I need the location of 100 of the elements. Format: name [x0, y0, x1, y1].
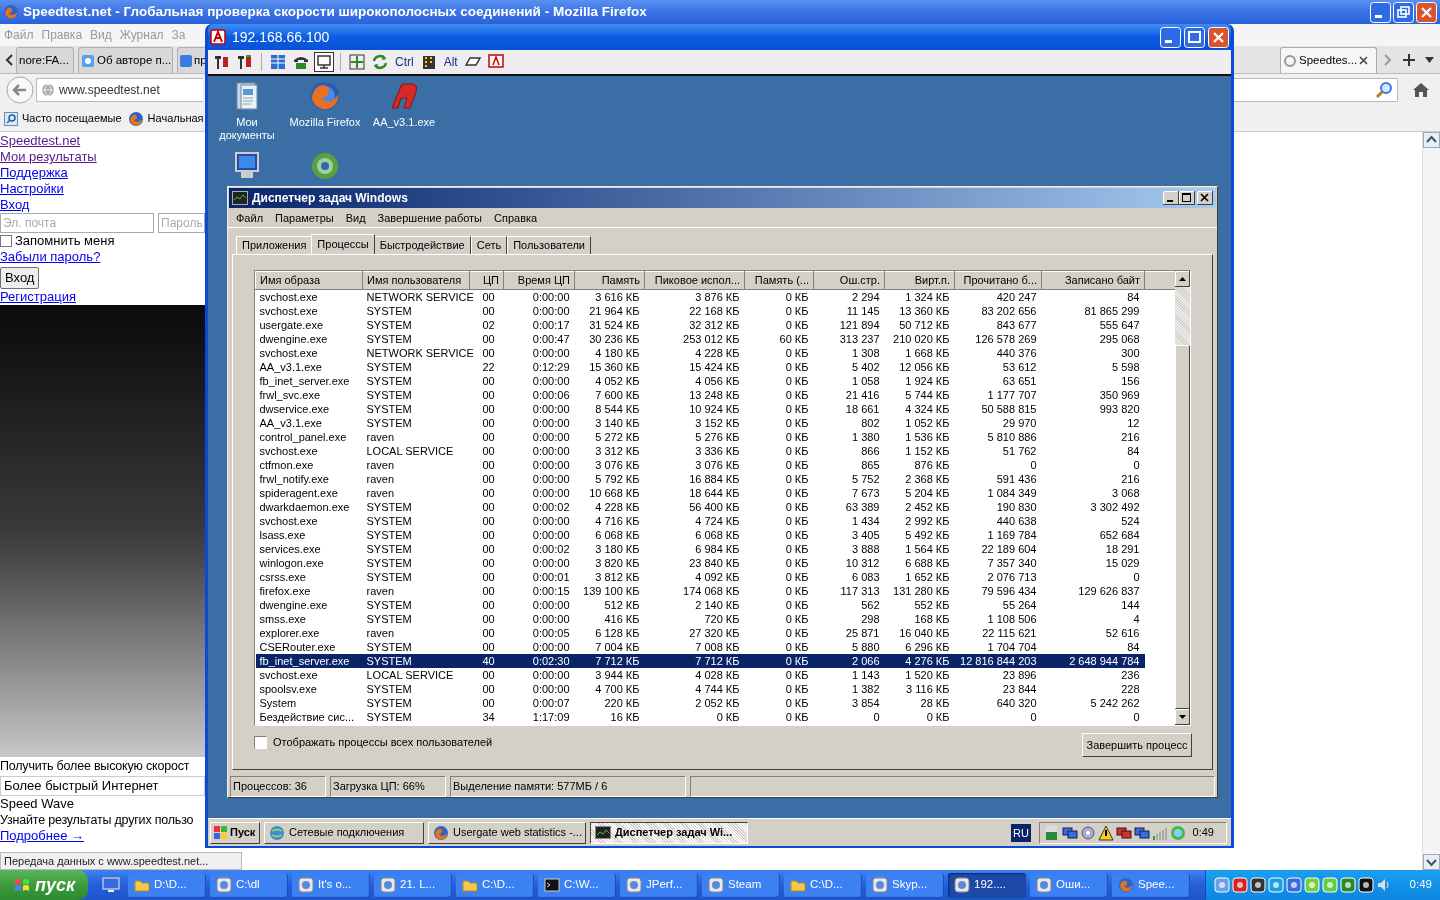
- password-field[interactable]: Пароль: [158, 213, 205, 233]
- taskbar-button[interactable]: Spee...: [1112, 872, 1190, 898]
- network-icon[interactable]: [309, 150, 341, 182]
- tray-icon[interactable]: [1062, 824, 1078, 841]
- desktop-icon-label[interactable]: Мои документы: [209, 116, 285, 142]
- scroll-thumb[interactable]: [1175, 344, 1190, 709]
- address-field[interactable]: [1234, 78, 1398, 102]
- tools-icon[interactable]: [213, 53, 231, 71]
- taskbar-button[interactable]: Оши...: [1030, 872, 1108, 898]
- column-header[interactable]: Пиковое испол...: [644, 271, 745, 290]
- column-header[interactable]: Память: [574, 271, 645, 290]
- language-indicator[interactable]: RU: [1011, 823, 1031, 842]
- link[interactable]: Регистрация: [0, 289, 76, 305]
- taskbar-button[interactable]: C:\D...: [784, 872, 862, 898]
- taskbar-button[interactable]: JPerf...: [620, 872, 698, 898]
- checkbox[interactable]: [254, 735, 267, 749]
- app-icon: [216, 877, 232, 893]
- search-icon[interactable]: [1375, 81, 1393, 99]
- column-header[interactable]: Вирт.п.: [884, 271, 955, 290]
- email-field[interactable]: Эл. почта: [0, 213, 154, 233]
- menu-item[interactable]: Файл: [230, 209, 270, 227]
- close-icon[interactable]: [1197, 190, 1213, 205]
- bookmark-item[interactable]: Часто посещаемые: [4, 110, 122, 127]
- tray-icon[interactable]: [1134, 824, 1150, 841]
- scroll-up-icon[interactable]: [1175, 270, 1190, 287]
- column-header[interactable]: Прочитано б...: [954, 271, 1042, 290]
- end-process-button[interactable]: Завершить процесс: [1082, 732, 1192, 757]
- address-field[interactable]: www.speedtest.net: [36, 78, 203, 102]
- link[interactable]: Настройки: [0, 181, 64, 197]
- scroll-down-icon[interactable]: [1423, 854, 1440, 870]
- tab[interactable]: Сеть: [470, 235, 508, 254]
- close-icon[interactable]: [1359, 56, 1369, 65]
- taskbar-button[interactable]: C:\dl: [210, 872, 288, 898]
- taskbar-button[interactable]: Диспетчер задач Wi...: [590, 821, 748, 844]
- start-button[interactable]: пуск: [0, 870, 88, 900]
- link[interactable]: Мои результаты: [0, 149, 97, 165]
- tab[interactable]: Быстродействие: [373, 235, 471, 254]
- tab[interactable]: Процессы: [311, 233, 375, 254]
- home-icon[interactable]: [1412, 82, 1430, 98]
- dropdown-icon[interactable]: [1425, 57, 1434, 63]
- taskbar-button[interactable]: Usergate web statistics -...: [428, 821, 586, 844]
- tray-icon[interactable]: [1116, 824, 1132, 841]
- scrollbar[interactable]: [1175, 270, 1190, 725]
- column-header[interactable]: Время ЦП: [503, 271, 575, 290]
- browser-tab[interactable]: Об авторе п...: [78, 47, 173, 73]
- start-button[interactable]: Пуск: [210, 821, 260, 844]
- link[interactable]: Забыли пароль?: [0, 249, 101, 265]
- columns-icon[interactable]: [269, 53, 287, 71]
- desktop-icon-label[interactable]: AA_v3.1.exe: [366, 116, 442, 129]
- checkbox[interactable]: [0, 235, 12, 247]
- refresh-icon[interactable]: [371, 53, 389, 71]
- scrollbar[interactable]: [1422, 132, 1440, 870]
- login-button[interactable]: Вход: [0, 267, 40, 289]
- desktop-icon[interactable]: [102, 877, 120, 893]
- taskbar-button[interactable]: Сетевые подключения: [264, 821, 424, 844]
- bookmark-item[interactable]: Начальная: [127, 110, 204, 127]
- taskbar-button[interactable]: C:\W...: [538, 872, 616, 898]
- column-header[interactable]: Ош.стр.: [813, 271, 885, 290]
- toolbar-button[interactable]: Alt: [442, 53, 459, 71]
- browser-tab[interactable]: nore:FA...: [16, 47, 74, 73]
- app-icon[interactable]: [486, 53, 505, 71]
- browser-tab[interactable]: Speedtes...: [1280, 47, 1377, 73]
- column-header[interactable]: Память (...: [744, 271, 814, 290]
- link[interactable]: Вход: [0, 197, 30, 213]
- menu-item[interactable]: Завершение работы: [371, 209, 488, 227]
- tab[interactable]: Пользователи: [507, 235, 591, 254]
- taskbar-button[interactable]: Skyp...: [866, 872, 944, 898]
- chevron-left-icon[interactable]: [4, 53, 14, 67]
- link[interactable]: Поддержка: [0, 165, 68, 181]
- promo-field[interactable]: Более быстрый Интернет: [0, 776, 205, 796]
- taskbar-button[interactable]: D:\D...: [128, 872, 206, 898]
- link[interactable]: Подробнее →: [0, 828, 85, 844]
- plus-icon[interactable]: [1403, 54, 1415, 66]
- column-header[interactable]: Записано байт: [1041, 271, 1145, 290]
- tray-icon[interactable]: [1098, 824, 1114, 841]
- menu-item[interactable]: Справка: [488, 209, 544, 227]
- toolbar-button[interactable]: Ctrl: [394, 53, 415, 71]
- tab[interactable]: Приложения: [236, 235, 313, 254]
- taskbar-button[interactable]: 21. L...: [374, 872, 452, 898]
- column-header[interactable]: ЦП: [469, 271, 504, 290]
- monitor-icon[interactable]: [315, 53, 333, 71]
- taskbar-button[interactable]: C:\D...: [456, 872, 534, 898]
- link[interactable]: Speedtest.net: [0, 133, 81, 149]
- taskbar-button[interactable]: It's o...: [292, 872, 370, 898]
- minimize-icon[interactable]: [1163, 190, 1179, 205]
- maximize-icon[interactable]: [1179, 190, 1195, 205]
- scroll-up-icon[interactable]: [1423, 132, 1440, 148]
- column-header[interactable]: Имя образа: [255, 271, 363, 290]
- desktop-icon-label[interactable]: Mozilla Firefox: [287, 116, 363, 129]
- taskbar-button[interactable]: Steam: [702, 872, 780, 898]
- scroll-down-icon[interactable]: [1175, 708, 1190, 725]
- back-icon[interactable]: [6, 76, 34, 104]
- menu-item[interactable]: Параметры: [269, 209, 340, 227]
- column-header[interactable]: [1144, 271, 1175, 290]
- console-icon: [544, 877, 560, 893]
- tools-icon[interactable]: [236, 53, 254, 71]
- fullscreen-icon[interactable]: [348, 53, 366, 71]
- column-header[interactable]: Имя пользователя: [362, 271, 470, 290]
- menu-item[interactable]: Вид: [339, 209, 372, 227]
- taskbar-button[interactable]: 192....: [948, 872, 1026, 898]
